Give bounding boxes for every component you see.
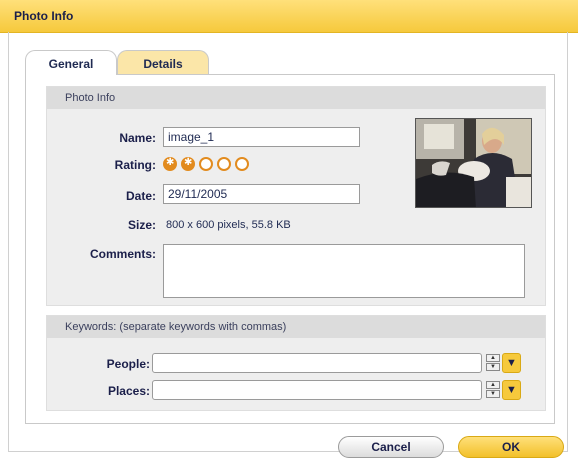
- name-field[interactable]: [163, 127, 360, 147]
- places-spinner[interactable]: ▲ ▼: [486, 381, 500, 399]
- rating-star-5[interactable]: [235, 157, 249, 171]
- keywords-header: Keywords: (separate keywords with commas…: [47, 316, 545, 338]
- comments-field[interactable]: [163, 244, 525, 298]
- rating-star-2[interactable]: [181, 157, 195, 171]
- people-field[interactable]: [152, 353, 482, 373]
- date-field[interactable]: [163, 184, 360, 204]
- comments-label: Comments:: [89, 247, 156, 261]
- photo-thumbnail: [415, 118, 532, 208]
- people-spinner[interactable]: ▲ ▼: [486, 354, 500, 372]
- tab-details[interactable]: Details: [117, 50, 209, 74]
- tab-general[interactable]: General: [25, 50, 117, 75]
- rating-label: Rating:: [114, 158, 156, 172]
- ok-button[interactable]: OK: [458, 436, 564, 458]
- places-dropdown-button[interactable]: ▼: [502, 380, 521, 400]
- people-dropdown-button[interactable]: ▼: [502, 353, 521, 373]
- spin-up-icon[interactable]: ▲: [486, 381, 500, 389]
- spin-down-icon[interactable]: ▼: [486, 363, 500, 371]
- spin-up-icon[interactable]: ▲: [486, 354, 500, 362]
- name-label: Name:: [119, 131, 156, 145]
- places-field[interactable]: [152, 380, 482, 400]
- rating-star-4[interactable]: [217, 157, 231, 171]
- tab-general-label: General: [48, 57, 94, 71]
- size-label: Size:: [127, 218, 156, 232]
- cancel-button[interactable]: Cancel: [338, 436, 444, 458]
- photo-info-header: Photo Info: [47, 87, 545, 109]
- window-title: Photo Info: [14, 9, 74, 23]
- tab-details-label: Details: [143, 57, 183, 71]
- places-label: Places:: [107, 384, 150, 398]
- rating-star-1[interactable]: [163, 157, 177, 171]
- people-label: People:: [106, 357, 150, 371]
- title-bar: Photo Info: [0, 0, 578, 33]
- rating-star-3[interactable]: [199, 157, 213, 171]
- size-value: 800 x 600 pixels, 55.8 KB: [166, 219, 291, 231]
- photo-info-heading: Photo Info: [65, 92, 116, 104]
- spin-down-icon[interactable]: ▼: [486, 390, 500, 398]
- date-label: Date:: [125, 189, 156, 203]
- keywords-heading: Keywords: (separate keywords with commas…: [65, 321, 287, 333]
- rating-stars[interactable]: [163, 157, 249, 171]
